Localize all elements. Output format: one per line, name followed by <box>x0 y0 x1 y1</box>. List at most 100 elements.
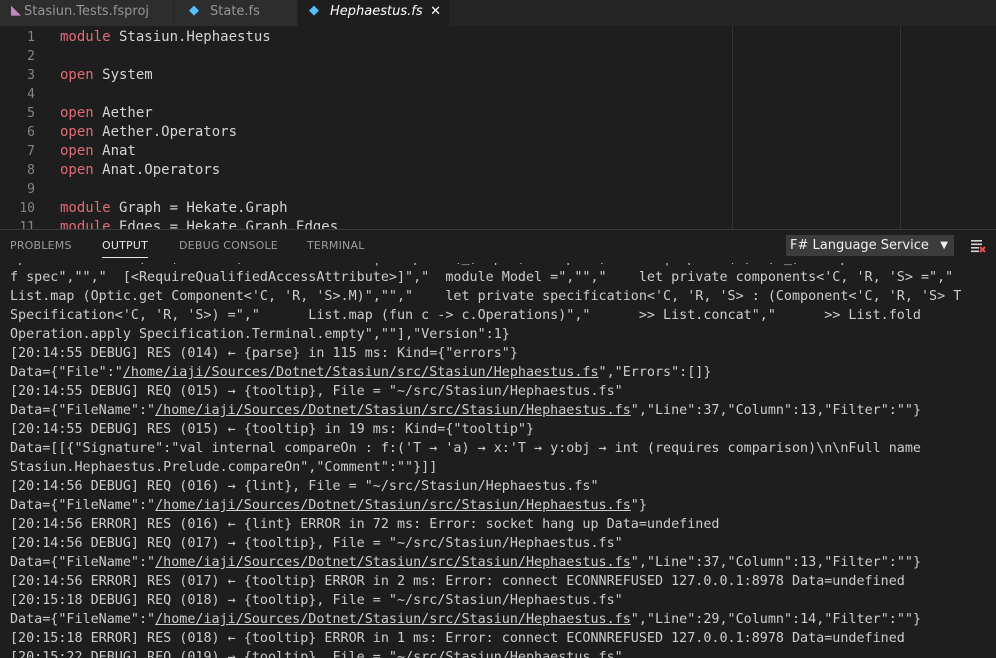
output-line: [20:14:56 ERROR] RES (017) ← {tooltip} E… <box>10 572 905 591</box>
editor-ruler <box>732 26 733 229</box>
tab-debug-console[interactable]: DEBUG CONSOLE <box>179 230 278 262</box>
file-path-link[interactable]: /home/iaji/Sources/Dotnet/Stasiun/src/St… <box>123 365 599 380</box>
output-text: Data=[[{"Signature":"val internal compar… <box>10 441 921 456</box>
code-keyword: open <box>60 105 94 121</box>
output-channel-value: F# Language Service <box>790 238 929 253</box>
code-text: System <box>93 67 153 83</box>
output-line: [20:15:18 DEBUG] REQ (018) → {tooltip}, … <box>10 591 623 610</box>
file-path-link[interactable]: /home/iaji/Sources/Dotnet/Stasiun/src/St… <box>155 612 631 627</box>
tab-hephaestus-fs[interactable]: ◆ Hephaestus.fs ✕ <box>298 0 450 26</box>
clear-output-button[interactable] <box>970 238 986 254</box>
line-number: 1 <box>27 30 35 45</box>
code-keyword: open <box>60 143 94 159</box>
code-keyword: module <box>60 200 111 216</box>
code-line: open System <box>60 66 153 85</box>
tab-stasiun-tests-fsproj[interactable]: ◣ Stasiun.Tests.fsproj <box>0 0 174 26</box>
output-line: Data={"FileName":"/home/iaji/Sources/Dot… <box>10 610 921 629</box>
tab-label: Stasiun.Tests.fsproj <box>24 4 150 19</box>
code-line: module Stasiun.Hephaestus <box>60 28 271 47</box>
output-text: [20:15:18 ERROR] RES (018) ← {tooltip} E… <box>10 631 905 646</box>
output-line: Specification<'C, 'R, 'S>) ="," List.map… <box>10 306 921 325</box>
output-line: [20:14:55 DEBUG] RES (015) ← {tooltip} i… <box>10 420 534 439</box>
bottom-panel: PROBLEMS OUTPUT DEBUG CONSOLE TERMINAL F… <box>0 229 996 658</box>
tab-problems[interactable]: PROBLEMS <box>10 230 72 262</box>
output-text: "} <box>630 498 647 513</box>
code-line: module Graph = Hekate.Graph <box>60 199 288 218</box>
line-number: 10 <box>19 201 35 216</box>
file-path-link[interactable]: /home/iaji/Sources/Dotnet/Stasiun/src/St… <box>155 403 631 418</box>
output-line: [20:14:56 DEBUG] REQ (016) → {lint}, Fil… <box>10 477 599 496</box>
code-editor[interactable]: 1 module Stasiun.Hephaestus 2 3 open System 4… <box>0 26 996 229</box>
code-text: Anat <box>93 143 136 159</box>
chevron-down-icon: ▼ <box>940 240 948 251</box>
output-text: Specification<'C, 'R, 'S>) ="," List.map… <box>10 308 921 323</box>
output-text: [20:14:55 DEBUG] RES (014) ← {parse} in … <box>10 346 518 361</box>
line-number: 3 <box>27 68 35 83</box>
output-line: Data={"FileName":"/home/iaji/Sources/Dot… <box>10 496 647 515</box>
code-keyword: module <box>60 219 111 229</box>
output-line: Data={"FileName":"/home/iaji/Sources/Dot… <box>10 401 921 420</box>
line-number: 6 <box>27 125 35 140</box>
output-text: List.map (Optic.get Component<'C, 'R, 'S… <box>10 289 962 304</box>
output-text: ","Line":37,"Column":13,"Filter":""} <box>630 403 922 418</box>
code-keyword: open <box>60 162 94 178</box>
output-text: Stasiun.Hephaestus.Prelude.compareOn","C… <box>10 460 438 475</box>
output-text: ","Line":29,"Column":14,"Filter":""} <box>630 612 922 627</box>
close-icon[interactable]: ✕ <box>430 0 441 24</box>
code-text: Stasiun.Hephaestus <box>110 29 271 45</box>
output-line: Data={"File":"/home/iaji/Sources/Dotnet/… <box>10 363 711 382</box>
code-line: open Aether <box>60 104 153 123</box>
output-text: [20:14:55 DEBUG] REQ (015) → {tooltip}, … <box>10 384 623 399</box>
output-line: [20:15:18 ERROR] RES (018) ← {tooltip} E… <box>10 629 905 648</box>
output-text: Operation.apply Specification.Terminal.e… <box>10 327 510 342</box>
tab-state-fs[interactable]: ◆ State.fs <box>174 0 298 26</box>
output-text: [20:14:55 DEBUG] RES (015) ← {tooltip} i… <box>10 422 535 437</box>
output-line: [20:14:55 DEBUG] REQ (015) → {tooltip}, … <box>10 382 623 401</box>
output-text: [20:14:56 DEBUG] REQ (016) → {lint}, Fil… <box>10 479 599 494</box>
output-line: [20:14:56 ERROR] RES (016) ← {lint} ERRO… <box>10 515 719 534</box>
line-number: 4 <box>27 87 35 102</box>
line-number: 8 <box>27 163 35 178</box>
tab-terminal[interactable]: TERMINAL <box>307 230 365 262</box>
code-text: Aether <box>93 105 153 121</box>
output-text: Data={"File":" <box>10 365 123 380</box>
output-line: [20:14:56 DEBUG] REQ (017) → {tooltip}, … <box>10 534 623 553</box>
output-line: List.map (Optic.get Component<'C, 'R, 'S… <box>10 287 961 306</box>
output-channel-select[interactable]: F# Language Service ▼ <box>786 235 954 256</box>
output-text: ","Line":37,"Column":13,"Filter":""} <box>630 555 922 570</box>
line-number: 9 <box>27 182 35 197</box>
output-text: Data={"FileName":" <box>10 555 156 570</box>
output-line: Operation.apply Specification.Terminal.e… <box>10 325 510 344</box>
output-line: Data={"FileName":"/home/iaji/Sources/Dot… <box>10 553 921 572</box>
line-number: 11 <box>19 220 35 229</box>
output-text: [20:15:18 DEBUG] REQ (018) → {tooltip}, … <box>10 593 623 608</box>
code-text: Aether.Operators <box>93 124 238 140</box>
file-path-link[interactable]: /home/iaji/Sources/Dotnet/Stasiun/src/St… <box>155 498 631 513</box>
output-text: Specification<'C, 'R, 'S> ="," function … <box>10 263 865 266</box>
editor-ruler <box>900 26 901 229</box>
tab-label: Hephaestus.fs <box>330 4 423 19</box>
output-text: [20:14:56 DEBUG] REQ (017) → {tooltip}, … <box>10 536 623 551</box>
output-text: Data={"FileName":" <box>10 498 156 513</box>
line-number: 5 <box>27 106 35 121</box>
output-text: f spec",""," [<RequireQualifiedAccessAtt… <box>10 270 954 285</box>
output-log[interactable]: Specification<'C, 'R, 'S> ="," function … <box>0 263 996 658</box>
output-text: ","Errors":[]} <box>598 365 712 380</box>
output-line: [20:14:55 DEBUG] RES (014) ← {parse} in … <box>10 344 518 363</box>
output-text: [20:14:56 ERROR] RES (016) ← {lint} ERRO… <box>10 517 720 532</box>
file-path-link[interactable]: /home/iaji/Sources/Dotnet/Stasiun/src/St… <box>155 555 631 570</box>
output-text: Data={"FileName":" <box>10 612 156 627</box>
fsproj-icon: ◣ <box>11 3 21 18</box>
fsharp-icon: ◆ <box>189 3 199 18</box>
code-line: open Anat <box>60 142 136 161</box>
output-text: Data={"FileName":" <box>10 403 156 418</box>
code-keyword: open <box>60 67 94 83</box>
code-keyword: open <box>60 124 94 140</box>
output-line: Data=[[{"Signature":"val internal compar… <box>10 439 921 458</box>
code-text: Edges = Hekate.Graph.Edges <box>110 219 339 229</box>
code-text: Anat.Operators <box>93 162 221 178</box>
output-line: Stasiun.Hephaestus.Prelude.compareOn","C… <box>10 458 437 477</box>
code-line: open Anat.Operators <box>60 161 220 180</box>
tab-output[interactable]: OUTPUT <box>102 230 149 262</box>
output-line: f spec",""," [<RequireQualifiedAccessAtt… <box>10 268 953 287</box>
